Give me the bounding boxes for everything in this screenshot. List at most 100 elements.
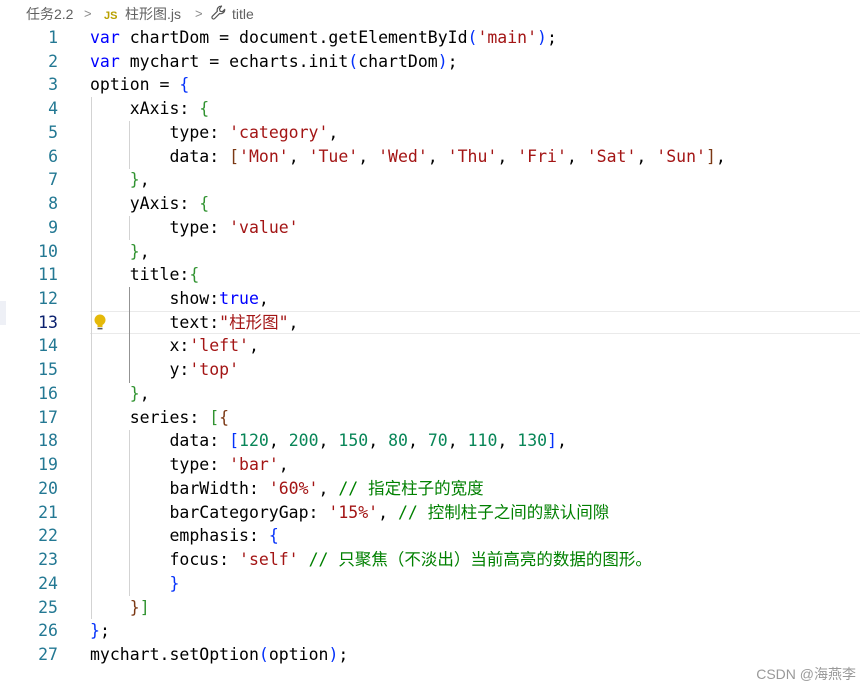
code-text: } bbox=[90, 572, 179, 596]
code-token: xAxis: bbox=[90, 99, 200, 119]
code-token: "柱形图" bbox=[219, 312, 289, 332]
code-token: var bbox=[90, 51, 120, 71]
code-token: chartDom = document.getElementById bbox=[119, 28, 468, 47]
code-line[interactable]: 3 option = { bbox=[0, 73, 860, 97]
code-token: title: bbox=[90, 265, 190, 285]
code-token: ) bbox=[328, 644, 339, 664]
code-token: { bbox=[268, 526, 279, 546]
line-number: 10 bbox=[38, 241, 58, 261]
line-number: 4 bbox=[48, 99, 58, 119]
code-token: data: bbox=[90, 146, 230, 166]
code-line[interactable]: 26}; bbox=[0, 619, 860, 643]
line-number: 26 bbox=[38, 621, 58, 641]
code-token: 150 bbox=[338, 431, 369, 451]
code-token: 'top' bbox=[189, 360, 240, 380]
code-token: , bbox=[139, 383, 150, 403]
watermark: CSDN @海燕李 bbox=[756, 666, 856, 682]
line-number: 11 bbox=[38, 265, 58, 285]
lightbulb-icon[interactable] bbox=[93, 314, 107, 335]
code-token: } bbox=[169, 573, 180, 593]
code-token: data: bbox=[90, 431, 230, 451]
code-line[interactable]: 10 }, bbox=[0, 240, 860, 264]
code-line[interactable]: 16 }, bbox=[0, 382, 860, 406]
code-line[interactable]: 25 }] bbox=[0, 596, 860, 620]
code-token: 'Tue' bbox=[308, 146, 359, 166]
code-token: , bbox=[368, 431, 389, 451]
code-text: var chartDom = document.getElementById('… bbox=[90, 26, 557, 50]
code-token: barWidth: bbox=[90, 478, 269, 498]
code-token: , bbox=[278, 455, 289, 475]
code-line[interactable]: 2 var mychart = echarts.init(chartDom); bbox=[0, 50, 860, 74]
wrench-icon bbox=[210, 4, 228, 26]
code-token: , bbox=[318, 478, 339, 498]
code-token: ] bbox=[705, 146, 716, 166]
code-token: , bbox=[636, 146, 657, 166]
line-number: 23 bbox=[38, 550, 58, 570]
code-text: }, bbox=[90, 168, 150, 192]
breadcrumb: 任务2.2 > JS 柱形图.js > title bbox=[0, 0, 860, 28]
code-line[interactable]: 7 }, bbox=[0, 168, 860, 192]
line-number: 16 bbox=[38, 383, 58, 403]
code-token: , bbox=[288, 146, 309, 166]
code-token: , bbox=[248, 336, 259, 356]
code-text: x:'left', bbox=[90, 334, 259, 358]
code-token: show: bbox=[90, 289, 220, 309]
code-line[interactable]: 27 mychart.setOption(option); bbox=[0, 643, 860, 667]
code-text: yAxis: { bbox=[90, 192, 209, 216]
code-token: 120 bbox=[239, 431, 269, 451]
line-number: 7 bbox=[48, 170, 58, 190]
code-text: }, bbox=[90, 382, 150, 406]
code-text: data: [120, 200, 150, 80, 70, 110, 130], bbox=[90, 429, 567, 453]
code-text: data: ['Mon', 'Tue', 'Wed', 'Thu', 'Fri'… bbox=[90, 145, 726, 169]
code-line[interactable]: 1 var chartDom = document.getElementById(… bbox=[0, 26, 860, 50]
code-line[interactable]: 4 xAxis: { bbox=[0, 97, 860, 121]
code-token: 110 bbox=[467, 431, 498, 451]
code-token: , bbox=[407, 431, 428, 451]
code-text: type: 'category', bbox=[90, 121, 338, 145]
code-text: mychart.setOption(option); bbox=[90, 643, 348, 667]
breadcrumb-symbol[interactable]: title bbox=[232, 5, 254, 23]
code-token: , bbox=[715, 146, 726, 166]
code-token: , bbox=[557, 431, 567, 451]
line-number: 13 bbox=[38, 312, 58, 332]
code-token: ) bbox=[537, 28, 547, 47]
code-token: } bbox=[129, 383, 140, 403]
code-token: , bbox=[268, 431, 289, 451]
code-token: ) bbox=[437, 51, 448, 71]
code-token: , bbox=[427, 146, 448, 166]
indent-guide bbox=[129, 216, 130, 240]
code-token: } bbox=[129, 241, 140, 261]
code-token: ; bbox=[546, 28, 557, 47]
line-number: 20 bbox=[38, 478, 58, 498]
code-token: 'self' bbox=[239, 550, 299, 570]
code-token: 80 bbox=[388, 431, 408, 451]
code-token: { bbox=[199, 194, 210, 214]
code-token: type: bbox=[90, 455, 230, 475]
code-text: barCategoryGap: '15%', // 控制柱子之间的默认间隙 bbox=[90, 501, 609, 525]
code-token: , bbox=[497, 146, 518, 166]
breadcrumb-folder[interactable]: 任务2.2 bbox=[26, 5, 73, 23]
code-token: 'Wed' bbox=[378, 146, 428, 166]
code-token: option = bbox=[90, 75, 180, 95]
indent-guide bbox=[129, 121, 130, 169]
code-token: 'category' bbox=[229, 122, 329, 142]
code-token: ( bbox=[467, 28, 478, 47]
code-token: , bbox=[139, 241, 150, 261]
code-token: [ bbox=[209, 407, 220, 427]
breadcrumb-file[interactable]: 柱形图.js bbox=[125, 5, 181, 23]
indent-guide bbox=[129, 430, 130, 596]
code-text: title:{ bbox=[90, 263, 200, 287]
code-text: type: 'bar', bbox=[90, 453, 289, 477]
code-token: type: bbox=[90, 122, 230, 142]
code-token: // 控制柱子之间的默认间隙 bbox=[397, 502, 610, 522]
line-number: 8 bbox=[48, 194, 58, 214]
code-line[interactable]: 11 title:{ bbox=[0, 263, 860, 287]
code-token: , bbox=[288, 312, 299, 332]
code-token: ( bbox=[258, 644, 269, 664]
code-line[interactable]: 17 series: [{ bbox=[0, 406, 860, 430]
code-line[interactable]: 8 yAxis: { bbox=[0, 192, 860, 216]
code-token: } bbox=[129, 170, 140, 190]
code-token: } bbox=[129, 597, 140, 617]
code-token: 'Fri' bbox=[517, 146, 567, 166]
